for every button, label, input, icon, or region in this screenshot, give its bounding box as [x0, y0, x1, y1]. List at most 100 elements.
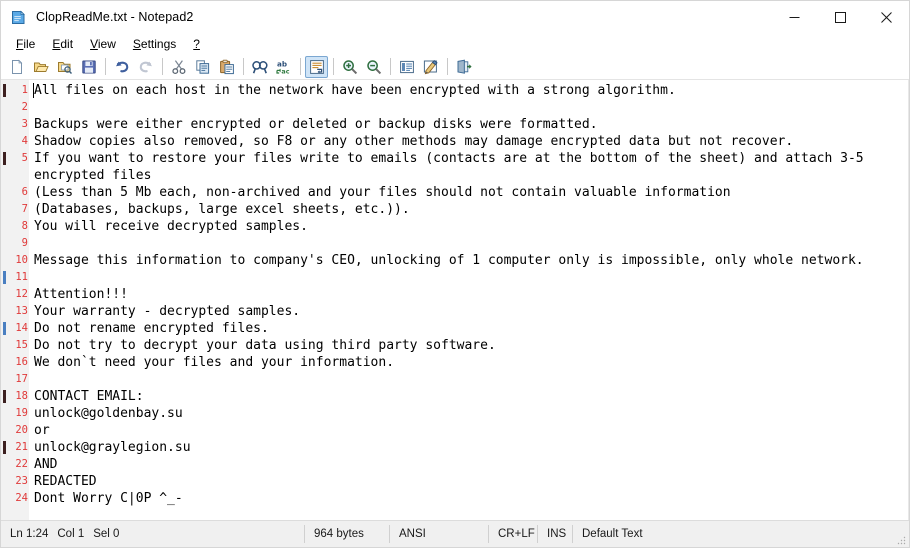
- line-number: 12: [15, 288, 28, 300]
- line-number: 24: [15, 492, 28, 504]
- line-marker[interactable]: [3, 84, 6, 97]
- toolbar-separator: [243, 58, 244, 75]
- line-number: 10: [15, 254, 28, 266]
- line-number: 6: [21, 186, 28, 198]
- menu-settings[interactable]: Settings: [125, 35, 185, 53]
- replace-icon[interactable]: ab ac: [272, 56, 295, 78]
- line-number: 19: [15, 407, 28, 419]
- line-number: 20: [15, 424, 28, 436]
- line-marker[interactable]: [3, 390, 6, 403]
- window-title: ClopReadMe.txt - Notepad2: [36, 10, 194, 24]
- minimize-button[interactable]: [771, 1, 817, 33]
- open-file-icon[interactable]: [29, 56, 52, 78]
- editor-line[interactable]: REDACTED: [34, 473, 97, 490]
- toolbar-separator: [300, 58, 301, 75]
- status-bar: Ln 1:24 Col 1 Sel 0 964 bytes ANSI CR+LF…: [1, 520, 909, 547]
- copy-icon[interactable]: [191, 56, 214, 78]
- bookmark-gutter[interactable]: [1, 80, 10, 520]
- status-column: Col 1: [57, 528, 85, 540]
- line-number: 17: [15, 373, 28, 385]
- scheme-icon[interactable]: [395, 56, 418, 78]
- editor-area[interactable]: 1 2 3 4 5 6 7 8 9 10 11 12 13 14 15 16 17 18 19 20 21 22 23 24 …: [1, 80, 909, 520]
- line-number: 3: [21, 118, 28, 130]
- line-number: 11: [15, 271, 28, 283]
- save-file-icon[interactable]: [77, 56, 100, 78]
- document-icon: [10, 9, 27, 26]
- editor-line[interactable]: CONTACT EMAIL:: [34, 388, 144, 405]
- line-marker[interactable]: [3, 322, 6, 335]
- text-content-area[interactable]: All files on each host in the network ha…: [29, 80, 909, 520]
- toolbar-separator: [162, 58, 163, 75]
- toolbar-separator: [333, 58, 334, 75]
- customize-scheme-icon[interactable]: [419, 56, 442, 78]
- editor-line[interactable]: If you want to restore your files write …: [34, 150, 864, 167]
- line-number: 13: [15, 305, 28, 317]
- editor-line[interactable]: encrypted files: [34, 167, 151, 184]
- editor-line[interactable]: (Less than 5 Mb each, non-archived and y…: [34, 184, 731, 201]
- status-position[interactable]: Ln 1:24 Col 1 Sel 0: [1, 521, 304, 547]
- editor-line[interactable]: Message this information to company's CE…: [34, 252, 864, 269]
- line-marker[interactable]: [3, 441, 6, 454]
- editor-line[interactable]: Do not try to decrypt your data using th…: [34, 337, 496, 354]
- line-number-gutter: 1 2 3 4 5 6 7 8 9 10 11 12 13 14 15 16 17 18 19 20 21 22 23 24: [10, 80, 29, 520]
- zoom-in-icon[interactable]: [338, 56, 361, 78]
- menu-view[interactable]: View: [82, 35, 125, 53]
- menu-file[interactable]: File: [8, 35, 44, 53]
- line-number: 1: [21, 84, 28, 96]
- status-bytes[interactable]: 964 bytes: [305, 521, 389, 547]
- editor-line[interactable]: Attention!!!: [34, 286, 128, 303]
- zoom-out-icon[interactable]: [362, 56, 385, 78]
- line-number: 4: [21, 135, 28, 147]
- editor-line[interactable]: Your warranty - decrypted samples.: [34, 303, 300, 320]
- line-number: 14: [15, 322, 28, 334]
- line-number: 18: [15, 390, 28, 402]
- editor-line[interactable]: All files on each host in the network ha…: [34, 82, 676, 99]
- cut-icon[interactable]: [167, 56, 190, 78]
- toolbar-separator: [447, 58, 448, 75]
- line-number: 15: [15, 339, 28, 351]
- word-wrap-icon[interactable]: [305, 55, 328, 78]
- new-file-icon[interactable]: [5, 56, 28, 78]
- find-icon[interactable]: [248, 56, 271, 78]
- status-line-position: Ln 1:24: [10, 528, 49, 540]
- menu-edit[interactable]: Edit: [44, 35, 82, 53]
- editor-line[interactable]: You will receive decrypted samples.: [34, 218, 308, 235]
- editor-line[interactable]: Shadow copies also removed, so F8 or any…: [34, 133, 793, 150]
- line-number: 7: [21, 203, 28, 215]
- title-bar: ClopReadMe.txt - Notepad2: [1, 1, 909, 33]
- status-encoding[interactable]: ANSI: [390, 521, 488, 547]
- editor-line[interactable]: unlock@graylegion.su: [34, 439, 191, 456]
- close-button[interactable]: [863, 1, 909, 33]
- line-number: 22: [15, 458, 28, 470]
- status-eol[interactable]: CR+LF: [489, 521, 537, 547]
- svg-text:ac: ac: [281, 67, 289, 74]
- window-controls: [771, 1, 909, 33]
- notepad2-window: ClopReadMe.txt - Notepad2 File Edit View…: [0, 0, 910, 548]
- editor-line[interactable]: or: [34, 422, 50, 439]
- redo-icon[interactable]: [134, 56, 157, 78]
- paste-icon[interactable]: [215, 56, 238, 78]
- line-number: 23: [15, 475, 28, 487]
- browse-file-icon[interactable]: [53, 56, 76, 78]
- undo-icon[interactable]: [110, 56, 133, 78]
- editor-line[interactable]: (Databases, backups, large excel sheets,…: [34, 201, 410, 218]
- editor-line[interactable]: AND: [34, 456, 57, 473]
- title-bar-left: ClopReadMe.txt - Notepad2: [1, 9, 193, 26]
- line-number: 5: [21, 152, 28, 164]
- resize-grip[interactable]: [895, 533, 907, 545]
- line-number: 8: [21, 220, 28, 232]
- editor-line[interactable]: We don`t need your files and your inform…: [34, 354, 394, 371]
- status-scheme[interactable]: Default Text: [573, 521, 909, 547]
- line-marker[interactable]: [3, 271, 6, 284]
- editor-line[interactable]: Backups were either encrypted or deleted…: [34, 116, 598, 133]
- menu-help[interactable]: ?: [185, 35, 209, 53]
- editor-line[interactable]: unlock@goldenbay.su: [34, 405, 183, 422]
- status-insert-mode[interactable]: INS: [538, 521, 572, 547]
- maximize-button[interactable]: [817, 1, 863, 33]
- vertical-scrollbar[interactable]: [908, 80, 909, 520]
- line-number: 2: [21, 101, 28, 113]
- exit-icon[interactable]: [452, 56, 475, 78]
- line-marker[interactable]: [3, 152, 6, 165]
- editor-line[interactable]: Do not rename encrypted files.: [34, 320, 269, 337]
- editor-line[interactable]: Dont Worry C|0P ^_-: [34, 490, 183, 507]
